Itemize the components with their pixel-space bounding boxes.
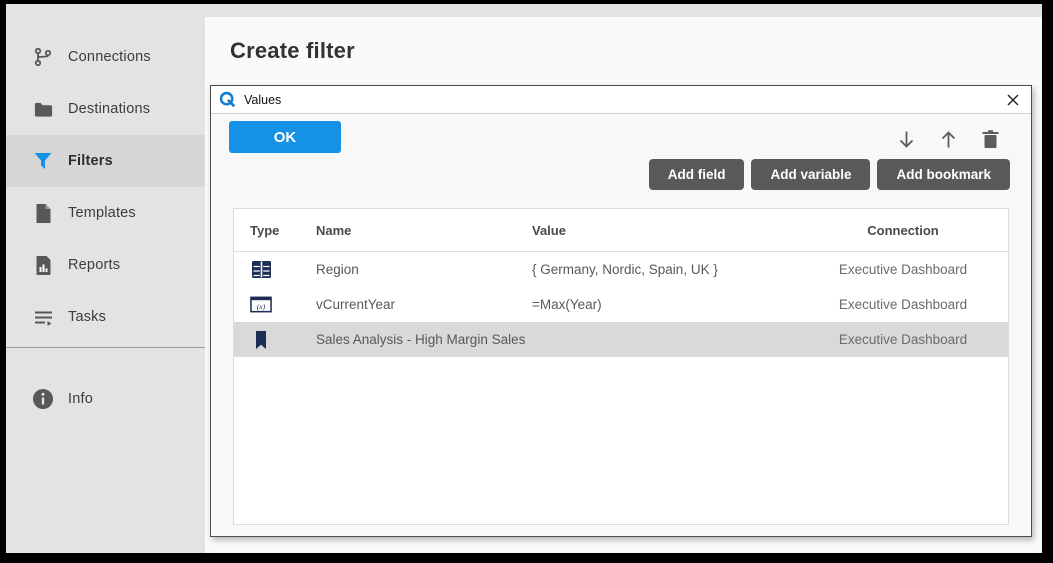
folder-icon (32, 98, 54, 120)
move-up-icon[interactable] (937, 128, 959, 150)
branch-icon (32, 46, 54, 68)
sidebar-item-label: Connections (68, 49, 151, 65)
move-down-icon[interactable] (895, 128, 917, 150)
column-header-type: Type (250, 222, 280, 238)
sidebar-item-label: Tasks (68, 309, 107, 325)
add-field-button[interactable]: Add field (648, 159, 745, 190)
values-table: Type Name Value Connection Region {Germ… (233, 208, 1009, 525)
app-content: Connections Destinations Filters Templat… (6, 4, 1042, 553)
task-list-icon (32, 306, 54, 328)
row-connection: Executive Dashboard (838, 332, 968, 347)
sidebar-item-label: Templates (68, 205, 136, 221)
row-name: Region (316, 262, 359, 277)
sidebar-item-info[interactable]: Info (6, 373, 205, 425)
sidebar-divider (6, 347, 205, 348)
row-connection: Executive Dashboard (838, 297, 968, 312)
variable-icon: (x) (250, 294, 272, 316)
sidebar-item-templates[interactable]: Templates (6, 187, 205, 239)
info-icon (32, 388, 54, 410)
app-window: Connections Destinations Filters Templat… (0, 0, 1053, 563)
sidebar-item-tasks[interactable]: Tasks (6, 291, 205, 343)
sidebar-item-label: Info (68, 391, 93, 407)
svg-text:(x): (x) (257, 302, 266, 311)
field-table-icon (250, 259, 272, 281)
row-name: Sales Analysis - High Margin Sales (316, 332, 526, 347)
dialog-titlebar: Values (211, 86, 1031, 114)
values-dialog: Values OK Add field Add variable Add boo… (210, 85, 1032, 537)
sidebar-item-connections[interactable]: Connections (6, 31, 205, 83)
add-bookmark-button[interactable]: Add bookmark (877, 159, 1010, 190)
table-row[interactable]: (x) vCurrentYear =Max(Year) Executive Da… (234, 287, 1008, 322)
row-value: =Max(Year) (532, 297, 602, 312)
dialog-title: Values (244, 92, 282, 107)
sidebar-item-destinations[interactable]: Destinations (6, 83, 205, 135)
bookmark-icon (250, 329, 272, 351)
qlik-logo-icon (219, 91, 236, 108)
add-variable-button[interactable]: Add variable (751, 159, 871, 190)
table-header-row: Type Name Value Connection (234, 209, 1008, 252)
sidebar-item-label: Filters (68, 153, 113, 169)
table-row[interactable]: Sales Analysis - High Margin Sales Execu… (234, 322, 1008, 357)
sidebar-item-filters[interactable]: Filters (6, 135, 205, 187)
column-header-value: Value (532, 222, 566, 238)
ok-button[interactable]: OK (229, 121, 341, 153)
sidebar: Connections Destinations Filters Templat… (6, 4, 205, 553)
close-icon[interactable] (1004, 91, 1022, 109)
column-header-connection: Connection (867, 222, 939, 238)
sidebar-item-label: Destinations (68, 101, 151, 117)
row-value: { Germany, Nordic, Spain, UK } (532, 262, 718, 277)
table-row[interactable]: Region { Germany, Nordic, Spain, UK } Ex… (234, 252, 1008, 287)
report-chart-icon (32, 254, 54, 276)
sidebar-item-reports[interactable]: Reports (6, 239, 205, 291)
row-connection: Executive Dashboard (838, 262, 968, 277)
document-icon (32, 202, 54, 224)
sidebar-item-label: Reports (68, 257, 121, 273)
row-name: vCurrentYear (316, 297, 396, 312)
column-header-name: Name (316, 222, 352, 238)
page-title: Create filter (230, 38, 355, 63)
delete-icon[interactable] (979, 128, 1001, 150)
funnel-icon (32, 150, 54, 172)
